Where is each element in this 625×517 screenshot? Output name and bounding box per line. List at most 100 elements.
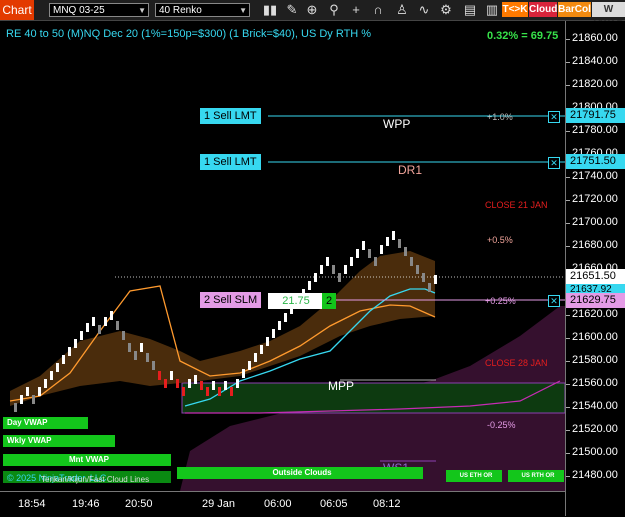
- price-tick-label: 21540.00: [572, 400, 618, 412]
- slm-pnl: 21.75: [268, 293, 324, 309]
- barcolor-toggle[interactable]: BarCol: [558, 2, 591, 17]
- mnt-vwap-tag[interactable]: Mnt VWAP: [3, 454, 171, 466]
- magnet-icon[interactable]: ∩: [370, 2, 386, 18]
- tenkan-kijun-toggle[interactable]: T<>K: [502, 2, 528, 17]
- renko-brick: [56, 363, 59, 372]
- renko-brick: [428, 283, 431, 292]
- renko-brick: [350, 257, 353, 266]
- price-tick-label: 21620.00: [572, 308, 618, 320]
- price-axis[interactable]: 21860.00 21840.00 21820.00 21800.00 21780.00…: [565, 21, 625, 516]
- cancel-order-1-icon[interactable]: ✕: [548, 111, 560, 123]
- indicator-caption: Tenkan/Kijun/Fast Cloud Lines: [41, 475, 150, 484]
- cancel-order-3-icon[interactable]: ✕: [548, 295, 560, 307]
- time-label: 29 Jan: [202, 498, 236, 510]
- indicators-icon[interactable]: ∿: [416, 2, 432, 18]
- time-axis[interactable]: 18:54 19:46 20:50 29 Jan 06:00 06:05 08:…: [0, 491, 565, 517]
- renko-brick: [326, 257, 329, 266]
- chevron-down-icon: ▼: [138, 6, 146, 15]
- price-tick-label: 21840.00: [572, 55, 618, 67]
- renko-brick: [68, 347, 71, 356]
- renko-brick: [368, 249, 371, 258]
- renko-brick: [380, 245, 383, 254]
- renko-brick: [98, 325, 101, 334]
- vwap-toggle[interactable]: W VWAP: [592, 2, 625, 30]
- us-rth-or-tag[interactable]: US RTH OR: [508, 470, 564, 482]
- instrument-value: MNQ 03-25: [53, 5, 105, 16]
- slm-quantity[interactable]: 2: [322, 293, 336, 309]
- renko-brick: [260, 345, 263, 354]
- renko-brick: [212, 381, 215, 390]
- mpp-label: MPP: [328, 379, 355, 393]
- renko-brick: [434, 275, 437, 284]
- us-eth-or-tag[interactable]: US ETH OR: [446, 470, 502, 482]
- time-label: 08:12: [373, 498, 401, 510]
- current-price-badge: 21651.50: [566, 269, 625, 284]
- chart-menu-button[interactable]: Chart: [0, 0, 34, 20]
- data-box-icon[interactable]: ▤: [462, 2, 478, 18]
- renko-brick: [122, 331, 125, 340]
- lmt-1-price-badge: 21791.75: [566, 108, 625, 123]
- renko-brick: [308, 281, 311, 290]
- pct-plus-025-label: +0.25%: [485, 296, 516, 306]
- renko-brick: [152, 361, 155, 370]
- dr1-label: DR1: [398, 163, 423, 177]
- draw-icon[interactable]: ✎: [284, 2, 300, 18]
- renko-brick: [146, 353, 149, 362]
- chart-panel[interactable]: RE 40 to 50 (M)NQ Dec 20 (1%=150p=$300) …: [0, 21, 565, 491]
- crosshair-icon[interactable]: +: [348, 2, 364, 18]
- renko-brick: [38, 387, 41, 396]
- chevron-down-icon: ▼: [239, 6, 247, 15]
- renko-brick: [182, 387, 185, 396]
- price-tick-label: 21780.00: [572, 124, 618, 136]
- wkly-vwap-tag[interactable]: Wkly VWAP: [3, 435, 115, 447]
- renko-brick: [272, 329, 275, 338]
- renko-brick: [176, 379, 179, 388]
- price-tick-label: 21560.00: [572, 377, 618, 389]
- sell-slm-order[interactable]: 2 Sell SLM: [200, 292, 262, 308]
- renko-brick: [32, 395, 35, 404]
- day-vwap-tag[interactable]: Day VWAP: [3, 417, 88, 429]
- renko-brick: [50, 371, 53, 380]
- time-label: 06:05: [320, 498, 348, 510]
- search-icon[interactable]: ⚲: [326, 2, 342, 18]
- renko-brick: [236, 379, 239, 388]
- renko-brick: [140, 343, 143, 352]
- instrument-selector[interactable]: MNQ 03-25 ▼: [49, 3, 149, 17]
- strategies-icon[interactable]: ♙: [394, 2, 410, 18]
- sell-lmt-1-order[interactable]: 1 Sell LMT: [200, 108, 261, 124]
- renko-brick: [404, 247, 407, 256]
- renko-brick: [338, 273, 341, 282]
- renko-brick: [320, 265, 323, 274]
- renko-brick: [206, 387, 209, 396]
- close-28-jan-label: CLOSE 28 JAN: [485, 358, 548, 368]
- renko-brick: [158, 371, 161, 380]
- price-tick-label: 21500.00: [572, 446, 618, 458]
- renko-brick: [188, 379, 191, 388]
- renko-brick: [194, 375, 197, 384]
- slm-price-badge: 21629.75: [566, 293, 625, 308]
- renko-brick: [170, 371, 173, 380]
- chart-trader-icon[interactable]: ▥: [484, 2, 500, 18]
- outside-clouds-tag[interactable]: Outside Clouds: [177, 467, 423, 479]
- renko-brick: [344, 265, 347, 274]
- properties-icon[interactable]: ⚙: [438, 2, 454, 18]
- zoom-icon[interactable]: ⊕: [304, 2, 320, 18]
- renko-brick: [386, 237, 389, 246]
- renko-brick: [116, 321, 119, 330]
- renko-brick: [20, 395, 23, 404]
- renko-brick: [104, 317, 107, 326]
- cloud-toggle[interactable]: Cloud: [529, 2, 557, 17]
- price-tick-label: 21520.00: [572, 423, 618, 435]
- renko-brick: [86, 323, 89, 332]
- sell-lmt-2-order[interactable]: 1 Sell LMT: [200, 154, 261, 170]
- pct-plus-1-label: +1.0%: [487, 112, 513, 122]
- renko-brick: [392, 231, 395, 240]
- bar-style-icon[interactable]: ▮▮: [262, 2, 278, 18]
- price-tick-label: 21600.00: [572, 331, 618, 343]
- price-tick-label: 21860.00: [572, 32, 618, 44]
- cancel-order-2-icon[interactable]: ✕: [548, 157, 560, 169]
- renko-brick: [356, 249, 359, 258]
- renko-brick: [284, 313, 287, 322]
- renko-brick: [332, 265, 335, 274]
- bar-type-selector[interactable]: 40 Renko ▼: [155, 3, 250, 17]
